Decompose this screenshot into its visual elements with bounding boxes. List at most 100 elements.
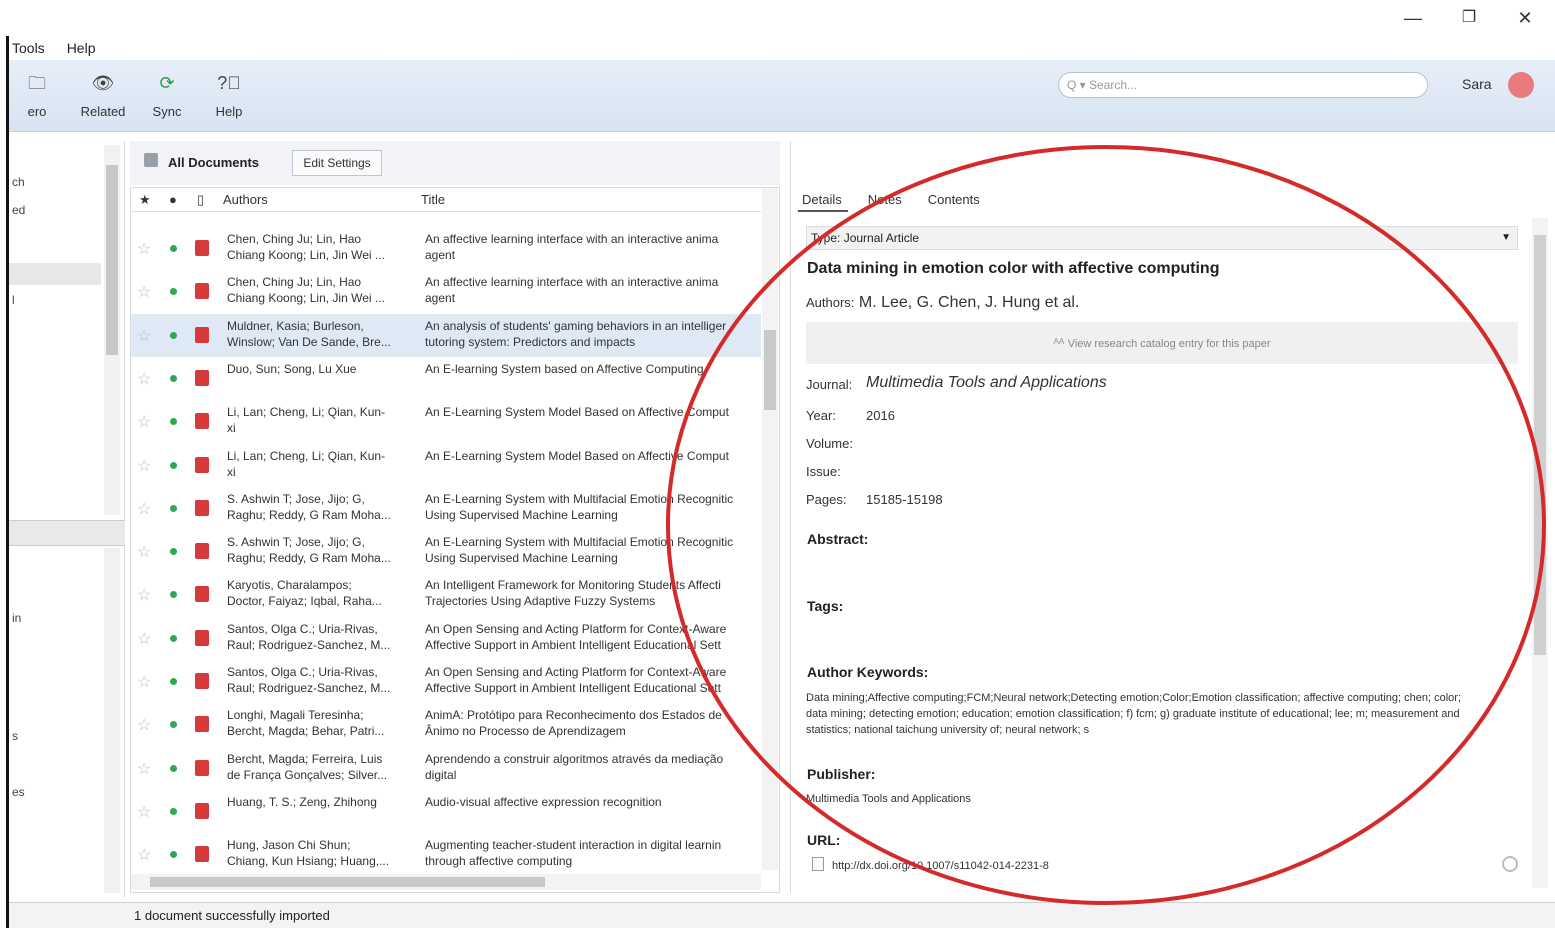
read-status-icon[interactable] [170,288,177,295]
row-authors: Chen, Ching Ju; Lin, Hao Chiang Koong; L… [227,232,385,262]
pdf-icon[interactable] [195,283,209,299]
read-status-icon[interactable] [170,375,177,382]
row-authors: Duo, Sun; Song, Lu Xue [227,362,357,376]
related-button[interactable]: 👁 Related [73,68,133,119]
read-status-icon[interactable] [170,851,177,858]
sidebar-scroll-thumb[interactable] [106,165,118,355]
row-authors: S. Ashwin T; Jose, Jijo; G, Raghu; Reddy… [227,535,391,565]
all-documents-title: All Documents [168,155,260,170]
star-icon[interactable]: ☆ [137,456,151,476]
folder-button[interactable]: 🗀 ero [7,68,67,119]
search-input[interactable]: Q ▾ Search... [1058,72,1428,98]
read-status-icon[interactable] [170,418,177,425]
pdf-icon[interactable] [195,543,209,559]
star-icon[interactable]: ☆ [137,542,151,562]
pdf-icon[interactable] [195,240,209,256]
row-authors: S. Ashwin T; Jose, Jijo; G, Raghu; Reddy… [227,492,391,522]
row-authors: Muldner, Kasia; Burleson, Winslow; Van D… [227,319,391,349]
title-column-header[interactable]: Title [421,192,445,207]
star-icon[interactable]: ☆ [137,239,151,259]
list-horizontal-scroll-thumb[interactable] [150,877,545,887]
star-icon[interactable]: ☆ [137,369,151,389]
pdf-icon[interactable] [195,630,209,646]
read-status-icon[interactable] [170,548,177,555]
read-status-icon[interactable] [170,765,177,772]
read-status-icon[interactable] [170,332,177,339]
menu-help[interactable]: Help [67,40,96,56]
related-button-label: Related [80,104,126,119]
sidebar-item-label[interactable]: l [12,293,15,307]
sync-icon: ⟳ [159,73,175,93]
read-status-icon[interactable] [170,678,177,685]
star-icon[interactable]: ☆ [137,715,151,735]
pdf-icon[interactable] [195,716,209,732]
row-authors: Longhi, Magali Teresinha; Bercht, Magda;… [227,708,385,738]
restore-button[interactable]: ❐ [1454,6,1484,30]
star-icon[interactable]: ☆ [137,585,151,605]
sidebar-section-divider[interactable] [9,520,125,546]
row-authors: Li, Lan; Cheng, Li; Qian, Kun- xi [227,405,386,435]
read-status-icon[interactable] [170,462,177,469]
sidebar-selected-item[interactable] [9,263,101,285]
eye-icon: 👁 [91,73,115,93]
star-icon[interactable]: ☆ [137,802,151,822]
menu-tools[interactable]: Tools [12,40,45,56]
edit-settings-button[interactable]: Edit Settings [292,150,382,176]
sidebar-scrollbar-lower[interactable] [104,548,120,893]
sidebar-item-label[interactable]: ed [12,203,25,217]
folder-icon: 🗀 [28,73,46,93]
pdf-icon[interactable] [195,586,209,602]
sidebar-item-label[interactable]: ch [12,175,25,189]
documents-icon [144,153,158,167]
row-authors: Santos, Olga C.; Uria-Rivas, Raul; Rodri… [227,622,391,652]
favorite-column-icon[interactable]: ★ [139,192,151,208]
sync-button[interactable]: ⟳ Sync [137,68,197,119]
pdf-icon[interactable] [195,673,209,689]
row-authors: Huang, T. S.; Zeng, Zhihong [227,795,377,809]
user-name[interactable]: Sara [1462,76,1492,92]
annotation-ellipse [666,145,1546,905]
sync-button-label: Sync [152,104,182,119]
row-authors: Hung, Jason Chi Shun; Chiang, Kun Hsiang… [227,838,390,868]
star-icon[interactable]: ☆ [137,672,151,692]
pdf-icon[interactable] [195,760,209,776]
read-status-icon[interactable] [170,808,177,815]
menu-bar: Tools Help [12,36,95,60]
row-authors: Bercht, Magda; Ferreira, Luis de França … [227,752,388,782]
star-icon[interactable]: ☆ [137,845,151,865]
read-status-icon[interactable] [170,505,177,512]
pdf-icon[interactable] [195,457,209,473]
sidebar-item-label[interactable]: es [12,785,25,799]
sidebar-item-label[interactable]: in [12,611,21,625]
close-button[interactable]: ✕ [1510,6,1540,30]
star-icon[interactable]: ☆ [137,326,151,346]
row-authors: Santos, Olga C.; Uria-Rivas, Raul; Rodri… [227,665,391,695]
sidebar-item-label[interactable]: s [12,729,18,743]
read-status-icon[interactable] [170,721,177,728]
star-icon[interactable]: ☆ [137,759,151,779]
help-icon: ?⃝ [217,73,241,93]
read-status-icon[interactable] [170,591,177,598]
pdf-icon[interactable] [195,846,209,862]
status-message: 1 document successfully imported [134,908,330,923]
read-status-icon[interactable] [170,245,177,252]
annotation-circle [666,145,1546,905]
pdf-icon[interactable] [195,803,209,819]
minimize-button[interactable]: — [1398,6,1428,30]
pdf-icon[interactable] [195,370,209,386]
star-icon[interactable]: ☆ [137,412,151,432]
read-status-icon[interactable] [170,635,177,642]
authors-column-header[interactable]: Authors [223,192,268,207]
read-column-icon[interactable]: ● [169,192,177,207]
folder-button-label: ero [27,104,47,119]
help-button[interactable]: ?⃝ Help [199,68,259,119]
star-icon[interactable]: ☆ [137,499,151,519]
pdf-icon[interactable] [195,413,209,429]
star-icon[interactable]: ☆ [137,282,151,302]
avatar[interactable] [1508,72,1534,98]
star-icon[interactable]: ☆ [137,629,151,649]
title-bar: — ❐ ✕ [0,0,1555,36]
pdf-icon[interactable] [195,500,209,516]
file-column-icon[interactable]: ▯ [197,192,204,208]
pdf-icon[interactable] [195,327,209,343]
